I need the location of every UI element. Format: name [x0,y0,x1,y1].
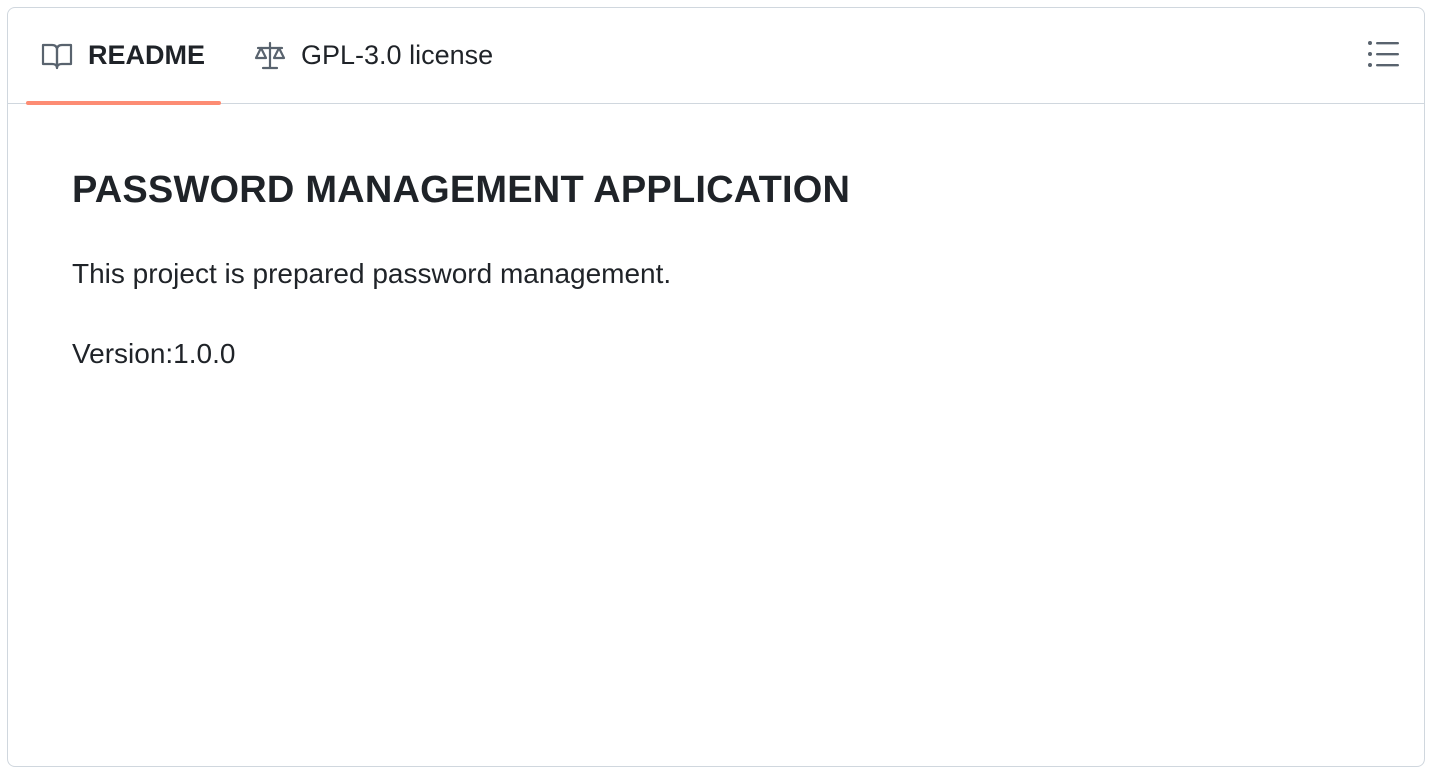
book-icon [40,40,74,72]
scale-icon [253,40,287,72]
list-icon [1367,38,1401,75]
tab-readme-label: README [88,40,206,70]
readme-description: This project is prepared password manage… [72,258,672,289]
readme-content: PASSWORD MANAGEMENT APPLICATION This pro… [8,104,1424,372]
outline-button[interactable] [1364,38,1404,74]
readme-title: PASSWORD MANAGEMENT APPLICATION [72,169,851,211]
tab-license[interactable]: GPL-3.0 license [239,8,507,104]
readme-tabbar: README GPL-3.0 license [8,8,1424,105]
tab-readme[interactable]: README [26,8,222,105]
readme-panel: README GPL-3.0 license PASSWORD MANAGEME… [7,7,1425,767]
tab-license-label: GPL-3.0 license [301,40,494,70]
readme-version: Version:1.0.0 [72,338,236,369]
